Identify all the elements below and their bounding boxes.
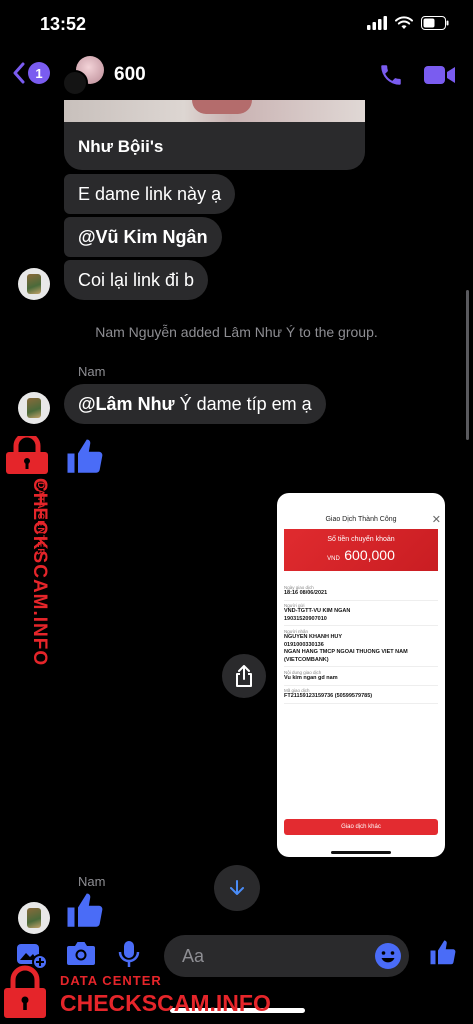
watermark-sub-text: DATA CENTER xyxy=(36,482,46,556)
sender-name: Nam xyxy=(78,364,106,379)
watermark-main-text: CHECKSCAM.INFO xyxy=(60,990,271,1016)
emoji-icon[interactable] xyxy=(374,942,402,970)
status-icons xyxy=(367,16,449,30)
message-bubble[interactable]: E dame link này ạ xyxy=(64,174,236,214)
currency: VND xyxy=(327,556,340,562)
message-bubble[interactable]: Coi lại link đi b xyxy=(64,260,209,300)
close-icon: ✕ xyxy=(431,514,441,526)
chevron-left-icon xyxy=(13,62,25,84)
amount-row: VND 600,000 xyxy=(284,547,438,565)
scroll-to-bottom-button[interactable] xyxy=(214,865,260,911)
receipt-field-transaction-id: Mã giao dịch FT21159123159736 (505995797… xyxy=(284,688,438,704)
thumbs-up-send-icon[interactable] xyxy=(428,938,458,968)
receipt-title: Giao Dịch Thành Công xyxy=(325,516,397,523)
share-button[interactable] xyxy=(222,654,266,698)
status-bar: 13:52 xyxy=(0,0,473,50)
video-call-icon[interactable] xyxy=(424,64,456,86)
thumbs-up-icon[interactable] xyxy=(64,890,106,932)
mention[interactable]: @Lâm Như xyxy=(78,394,175,414)
signal-icon xyxy=(367,16,387,30)
receipt-amount-banner: Số tiền chuyển khoản VND 600,000 xyxy=(284,529,438,571)
wifi-icon xyxy=(395,16,413,29)
scrollbar[interactable] xyxy=(466,290,469,440)
sender-name: Nam xyxy=(78,874,106,889)
watermark-bottom: DATA CENTER CHECKSCAM.INFO xyxy=(2,964,302,1022)
battery-icon xyxy=(421,16,449,30)
watermark-sub-text: DATA CENTER xyxy=(60,973,162,988)
shared-photo-card[interactable]: Như Bộii's xyxy=(64,100,365,170)
receipt-field-sender: Người gửi VND-TGTT-VU KIM NGAN 190315209… xyxy=(284,603,438,626)
back-button[interactable]: 1 xyxy=(12,62,50,84)
photo-detail xyxy=(192,100,252,114)
receipt-field-recipient: Người nhận NGUYEN KHANH HUY 019100033013… xyxy=(284,629,438,667)
system-message: Nam Nguyễn added Lâm Như Ý to the group. xyxy=(95,324,378,340)
group-avatar-secondary xyxy=(62,70,88,96)
amount-label: Số tiền chuyển khoản xyxy=(327,536,395,543)
receipt-field-date: Ngày giao dịch 18:16 08/06/2021 xyxy=(284,585,438,601)
padlock-icon xyxy=(4,965,46,1018)
phone-call-icon[interactable] xyxy=(378,62,404,88)
arrow-down-icon xyxy=(230,880,244,895)
receipt-home-indicator xyxy=(331,851,391,854)
conversation-header: 1 600 xyxy=(0,50,473,102)
share-icon xyxy=(236,665,252,687)
watermark-side: CHECKSCAM.INFO DATA CENTER xyxy=(2,436,60,668)
receipt-field-content: Nội dung giao dịch Vu kim ngan gd nam xyxy=(284,670,438,686)
sender-avatar[interactable] xyxy=(18,392,50,424)
mention[interactable]: @Vũ Kim Ngân xyxy=(78,227,208,247)
unread-badge: 1 xyxy=(28,62,50,84)
sender-avatar[interactable] xyxy=(18,268,50,300)
card-title: Như Bộii's xyxy=(78,137,164,156)
message-bubble-mention[interactable]: @Vũ Kim Ngân xyxy=(64,217,222,257)
amount: 600,000 xyxy=(344,547,395,563)
thumbs-up-icon[interactable] xyxy=(64,436,106,478)
padlock-icon xyxy=(6,436,48,474)
other-transaction-button: Giao dịch khác xyxy=(284,819,438,835)
status-time: 13:52 xyxy=(40,14,87,34)
camera-icon[interactable] xyxy=(66,940,96,966)
message-bubble-mention[interactable]: @Lâm Như Ý dame típ em ạ xyxy=(64,384,326,424)
transfer-receipt-image[interactable]: Giao Dịch Thành Công ✕ Số tiền chuyển kh… xyxy=(277,493,445,857)
conversation-title[interactable]: 600 xyxy=(114,64,146,86)
